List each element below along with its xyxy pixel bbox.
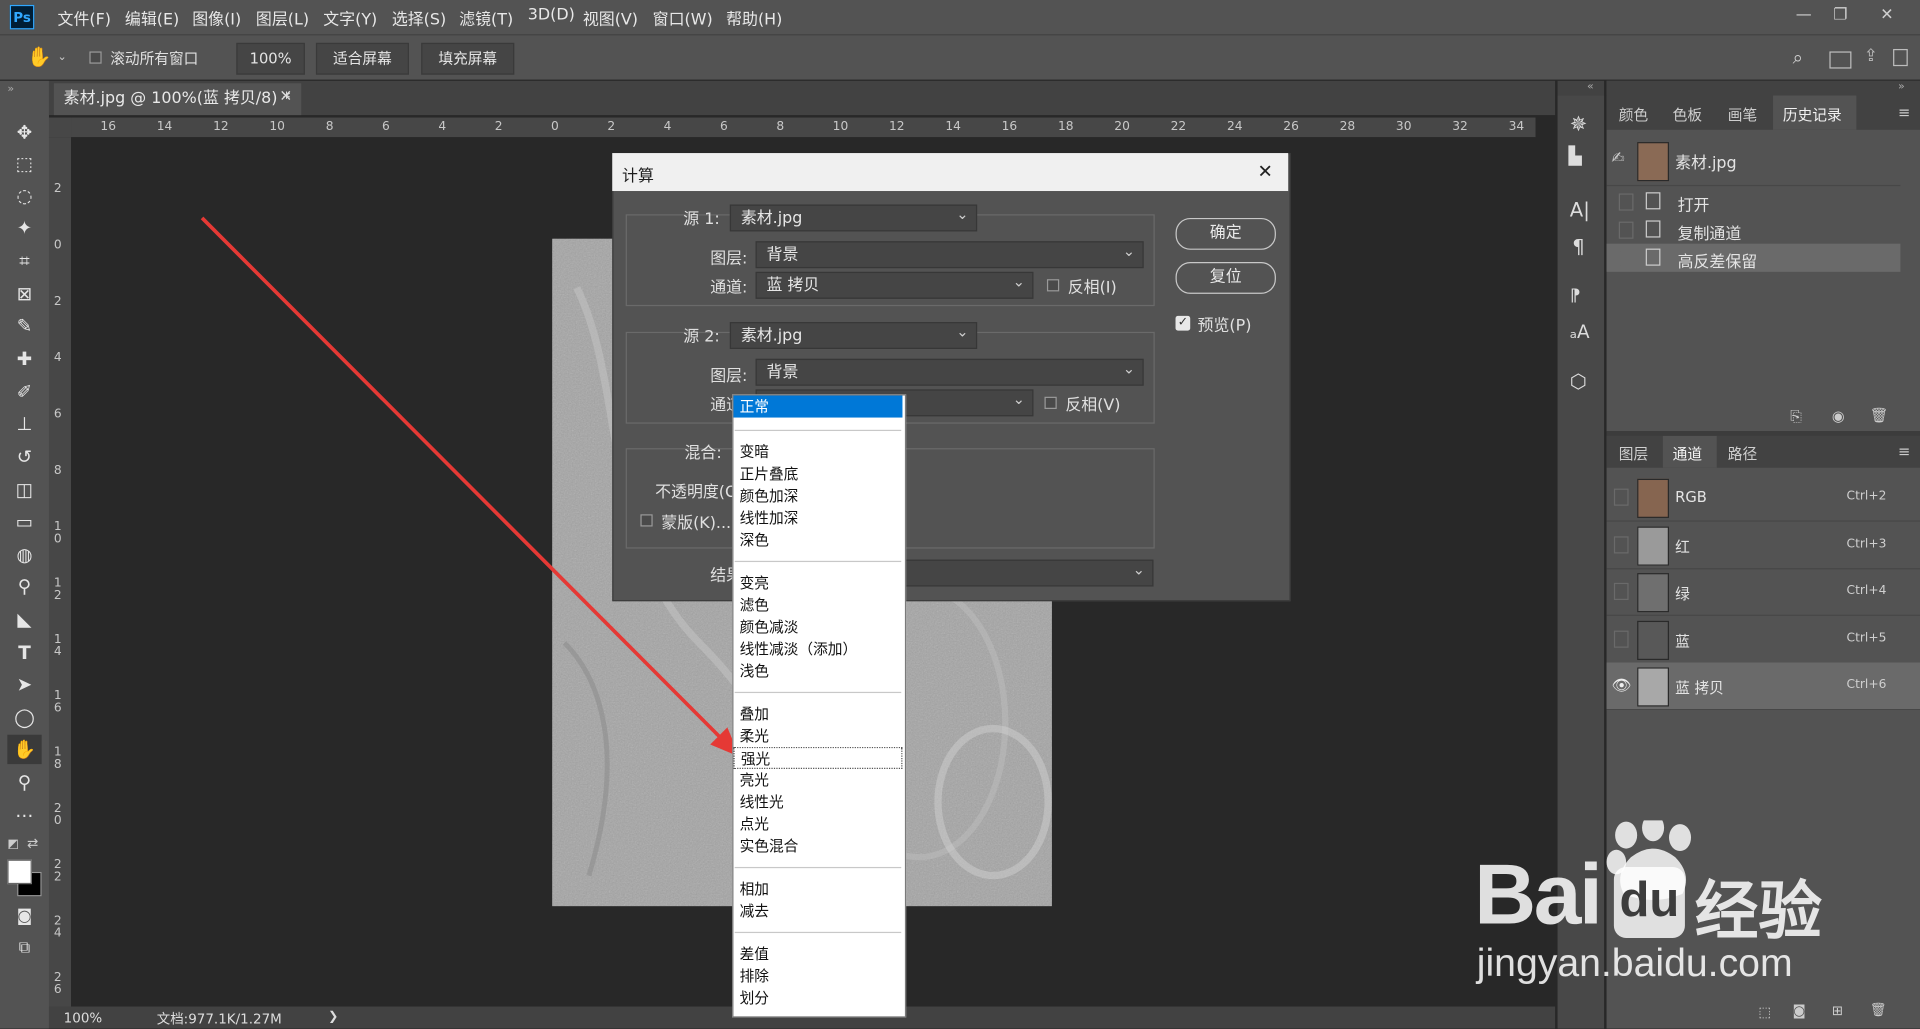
blend-option[interactable]: 线性加深 xyxy=(733,507,902,529)
blend-option[interactable]: 正片叠底 xyxy=(733,463,902,485)
blend-option[interactable]: 浅色 xyxy=(733,660,902,682)
source1-invert-label: 反相(I) xyxy=(1067,279,1117,298)
source2-layer-select[interactable]: 背景 xyxy=(755,355,1144,386)
blend-label: 混合: xyxy=(684,444,722,463)
blend-option[interactable]: 颜色加深 xyxy=(733,485,902,507)
source1-layer-select[interactable]: 背景 xyxy=(755,238,1144,269)
preview-label: 预览(P) xyxy=(1197,317,1252,336)
mask-checkbox[interactable] xyxy=(640,514,653,527)
watermark-brand-badge: du xyxy=(1613,866,1685,938)
blend-option[interactable]: 变暗 xyxy=(733,441,902,463)
blend-option[interactable]: 强光 xyxy=(733,746,903,769)
source1-invert-checkbox[interactable] xyxy=(1046,279,1060,292)
source2-file-select[interactable]: 素材.jpg xyxy=(729,318,978,349)
opacity-label: 不透明度(O xyxy=(655,483,738,503)
source1-channel-label: 通道: xyxy=(710,279,748,298)
source2-label: 源 2: xyxy=(683,328,720,347)
blend-option[interactable]: 相加 xyxy=(733,878,902,900)
blend-option[interactable]: 亮光 xyxy=(733,769,902,791)
blend-option[interactable]: 颜色减淡 xyxy=(733,616,902,638)
watermark-url: jingyan.baidu.com xyxy=(1476,940,1793,985)
blend-option[interactable]: 划分 xyxy=(733,987,902,1009)
blend-option[interactable]: 线性减淡（添加） xyxy=(733,638,902,660)
result-select[interactable] xyxy=(901,556,1154,587)
blend-option[interactable]: 实色混合 xyxy=(733,835,902,857)
blend-option[interactable]: 差值 xyxy=(733,943,902,965)
blend-option[interactable]: 线性光 xyxy=(733,791,902,813)
source1-label: 源 1: xyxy=(683,210,720,229)
blend-option[interactable]: 减去 xyxy=(733,900,902,922)
preview-checkbox[interactable]: ✓ xyxy=(1175,315,1191,331)
blend-option[interactable]: 滤色 xyxy=(733,594,902,616)
blend-separator xyxy=(734,931,902,934)
blend-option[interactable]: 正常 xyxy=(733,395,903,418)
watermark-brand: Bai xyxy=(1474,846,1602,942)
blend-separator xyxy=(734,866,902,869)
blend-separator xyxy=(734,560,902,563)
source1-file-select[interactable]: 素材.jpg xyxy=(729,201,978,232)
source1-channel-select[interactable]: 蓝 拷贝 xyxy=(755,268,1034,299)
blend-separator xyxy=(734,429,902,432)
dialog-title-bar xyxy=(612,153,1289,192)
source1-layer-label: 图层: xyxy=(710,249,748,269)
source2-invert-checkbox[interactable] xyxy=(1044,396,1057,409)
reset-button[interactable]: 复位 xyxy=(1175,262,1276,294)
blend-separator xyxy=(734,691,902,694)
mask-label[interactable]: 蒙版(K)... xyxy=(661,509,731,532)
source2-invert-label: 反相(V) xyxy=(1065,396,1121,416)
source2-layer-label: 图层: xyxy=(710,367,748,386)
blend-option[interactable]: 深色 xyxy=(733,529,902,551)
dialog-title: 计算 xyxy=(622,167,654,187)
blend-option[interactable]: 排除 xyxy=(733,965,902,987)
ok-button[interactable]: 确定 xyxy=(1175,217,1276,250)
blend-option[interactable]: 点光 xyxy=(733,813,902,835)
watermark-cn: 经验 xyxy=(1694,875,1823,949)
blend-option[interactable]: 变亮 xyxy=(733,572,902,594)
dialog-close-icon[interactable]: ✕ xyxy=(1258,160,1273,182)
blend-option[interactable]: 柔光 xyxy=(733,725,902,747)
blend-option[interactable]: 叠加 xyxy=(733,703,902,725)
